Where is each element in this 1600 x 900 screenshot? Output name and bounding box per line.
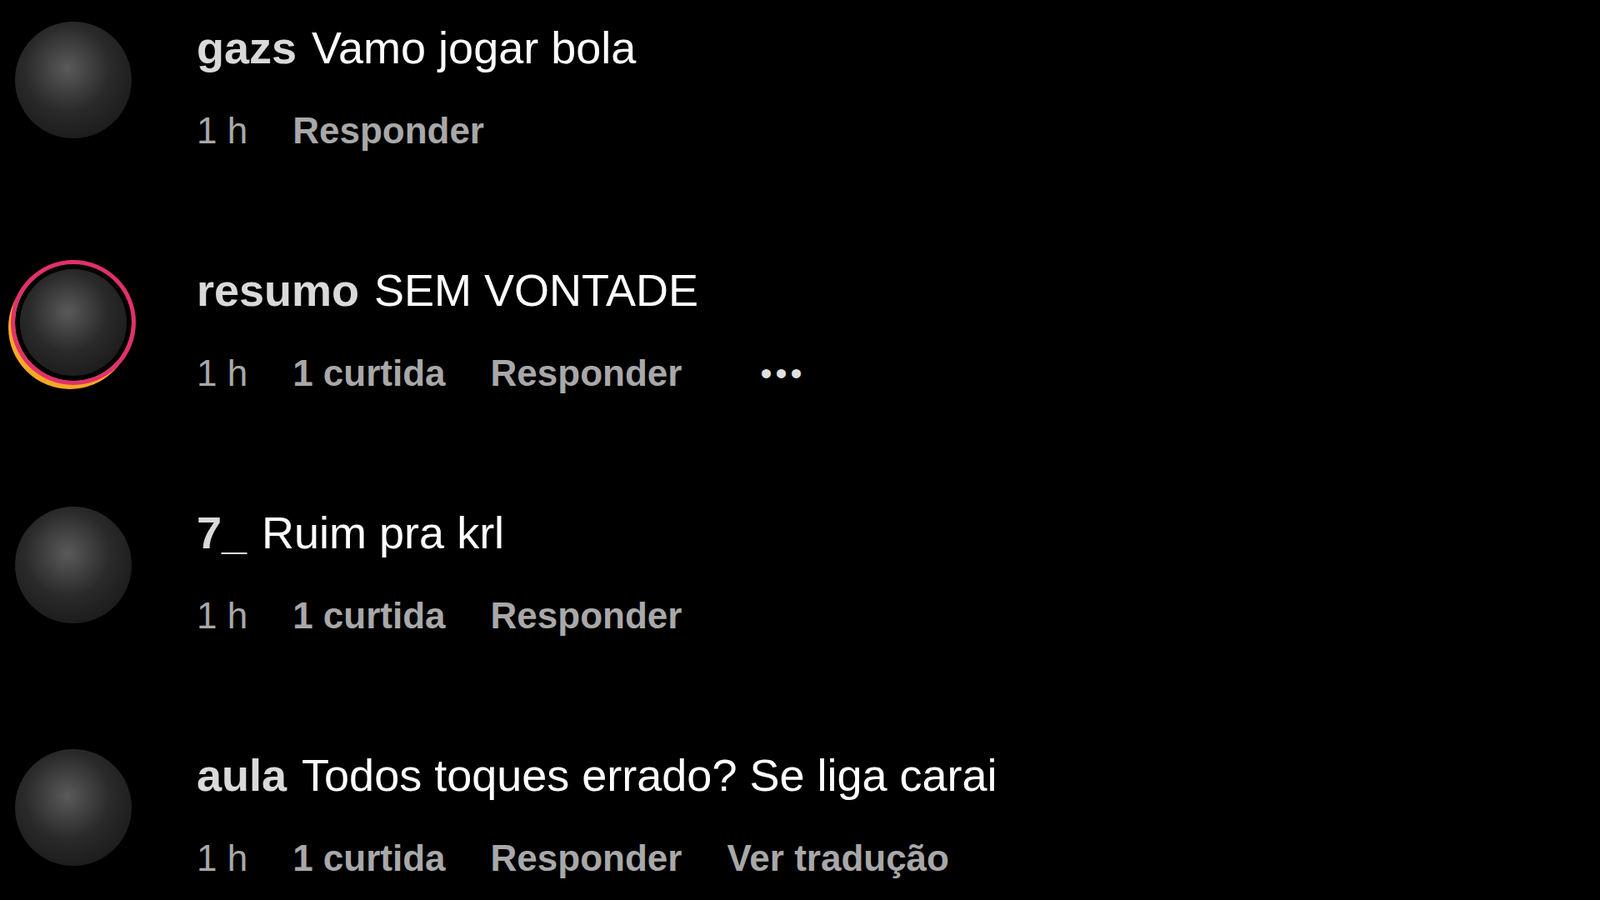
username[interactable]: gazs — [196, 21, 297, 74]
likes-count[interactable]: 1 curtida — [292, 352, 445, 395]
comment-line: gazs Vamo jogar bola — [196, 21, 636, 74]
avatar[interactable] — [15, 506, 132, 624]
avatar[interactable] — [15, 264, 132, 381]
avatar[interactable] — [15, 749, 132, 866]
comment-time: 1 h — [196, 352, 248, 395]
comment-body: gazs Vamo jogar bola 1 h Responder — [196, 18, 636, 153]
comment-time: 1 h — [196, 595, 248, 638]
comments-list: gazs Vamo jogar bola 1 h Responder resumo SEM… — [0, 0, 1600, 900]
comment-text: Vamo jogar bola — [311, 21, 636, 74]
likes-count[interactable]: 1 curtida — [292, 595, 445, 638]
comment-meta: 1 h 1 curtida Responder Ver tradução — [196, 837, 998, 880]
more-button[interactable]: ••• — [760, 354, 805, 393]
username[interactable]: resumo — [196, 264, 360, 316]
comment-meta: 1 h Responder — [196, 110, 636, 153]
reply-button[interactable]: Responder — [490, 595, 683, 638]
comment-text: Ruim pra krl — [261, 506, 505, 559]
comment-text: SEM VONTADE — [374, 264, 699, 316]
translate-button[interactable]: Ver tradução — [726, 837, 950, 880]
comment-meta: 1 h 1 curtida Responder ••• — [196, 352, 805, 395]
likes-count[interactable]: 1 curtida — [292, 837, 445, 880]
comment-line: resumo SEM VONTADE — [196, 264, 805, 316]
reply-button[interactable]: Responder — [490, 837, 683, 880]
comment-line: aula Todos toques errado? Se liga carai — [196, 749, 998, 801]
comment-row: gazs Vamo jogar bola 1 h Responder — [15, 18, 1600, 261]
comment-body: aula Todos toques errado? Se liga carai 1 … — [196, 745, 998, 880]
reply-button[interactable]: Responder — [292, 110, 485, 153]
username[interactable]: aula — [196, 749, 287, 801]
comment-body: resumo SEM VONTADE 1 h 1 curtida Responder ••… — [196, 260, 805, 395]
avatar[interactable] — [15, 21, 132, 139]
comment-row: 7_ Ruim pra krl 1 h 1 curtida Responder — [15, 503, 1600, 746]
comment-row: aula Todos toques errado? Se liga carai 1 … — [15, 745, 1600, 900]
comment-time: 1 h — [196, 837, 248, 880]
comment-line: 7_ Ruim pra krl — [196, 506, 682, 559]
comment-row: resumo SEM VONTADE 1 h 1 curtida Responder ••… — [15, 260, 1600, 504]
comment-time: 1 h — [196, 110, 248, 153]
comment-body: 7_ Ruim pra krl 1 h 1 curtida Responder — [196, 503, 682, 638]
reply-button[interactable]: Responder — [490, 352, 683, 395]
comment-meta: 1 h 1 curtida Responder — [196, 595, 682, 638]
comment-text: Todos toques errado? Se liga carai — [301, 749, 998, 801]
username[interactable]: 7_ — [196, 506, 247, 559]
